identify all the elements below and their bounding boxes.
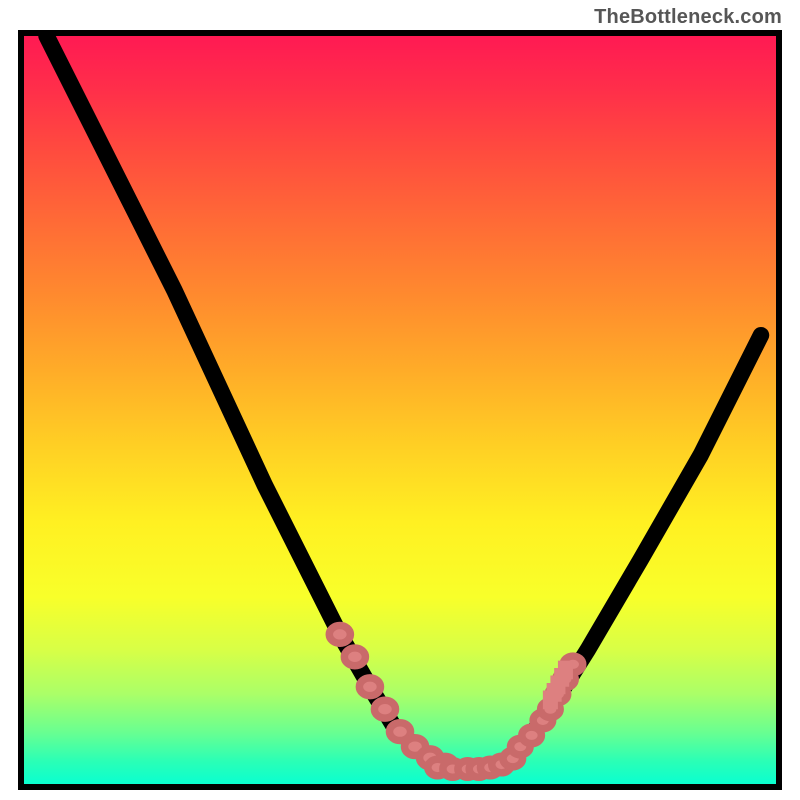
marker-dot — [329, 625, 350, 643]
plot-frame — [18, 30, 782, 790]
curve-svg — [24, 36, 776, 784]
watermark-text: TheBottleneck.com — [594, 6, 782, 29]
bottleneck-curve — [47, 36, 761, 769]
chart-container: TheBottleneck.com — [0, 0, 800, 800]
plot-area — [24, 36, 776, 784]
marker-dot — [374, 700, 395, 718]
marker-dot — [344, 648, 365, 666]
marker-group-left — [329, 625, 455, 774]
marker-dot — [359, 678, 380, 696]
